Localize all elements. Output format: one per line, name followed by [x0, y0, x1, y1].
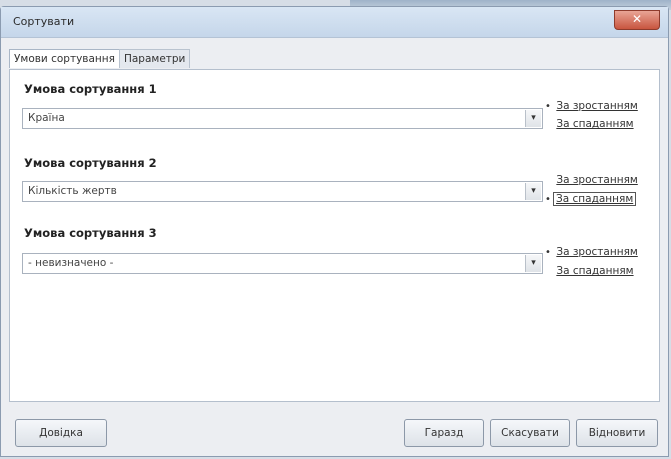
cancel-button[interactable]: Скасувати: [490, 419, 570, 447]
condition-3-ascending-label: За зростанням: [556, 246, 638, 258]
condition-3-value: - невизначено -: [28, 257, 114, 269]
condition-3-ascending-radio[interactable]: • За зростанням: [545, 246, 638, 258]
condition-1-descending-radio[interactable]: За спаданням: [545, 118, 634, 130]
ok-button[interactable]: Гаразд: [404, 419, 484, 447]
radio-selected-icon: •: [545, 101, 551, 112]
condition-1-ascending-label: За зростанням: [556, 100, 638, 112]
condition-2-descending-radio[interactable]: • За спаданням: [545, 192, 637, 206]
condition-3-title: Умова сортування 3: [24, 226, 157, 240]
condition-1-title: Умова сортування 1: [24, 82, 157, 96]
condition-1-descending-label: За спаданням: [556, 118, 634, 130]
help-button[interactable]: Довідка: [15, 419, 107, 447]
close-button[interactable]: ✕: [614, 10, 660, 30]
focus-outline: За спаданням: [553, 192, 637, 206]
close-icon: ✕: [631, 12, 643, 26]
condition-1-select[interactable]: Країна ▾: [22, 108, 543, 129]
radio-selected-icon: •: [545, 247, 551, 258]
chevron-down-icon[interactable]: ▾: [525, 183, 541, 200]
condition-3-descending-label: За спаданням: [556, 265, 634, 277]
condition-3-descending-radio[interactable]: За спаданням: [545, 265, 634, 277]
condition-1-ascending-radio[interactable]: • За зростанням: [545, 100, 638, 112]
condition-2-select[interactable]: Кількість жертв ▾: [22, 181, 543, 202]
radio-selected-icon: •: [545, 194, 551, 205]
condition-2-value: Кількість жертв: [28, 185, 117, 197]
condition-3-select[interactable]: - невизначено - ▾: [22, 253, 543, 274]
condition-2-title: Умова сортування 2: [24, 156, 157, 170]
chevron-down-icon[interactable]: ▾: [525, 110, 541, 127]
title-bar: Сортувати ✕: [1, 7, 668, 38]
condition-2-descending-label: За спаданням: [556, 193, 634, 205]
tab-sort-conditions[interactable]: Умови сортування: [9, 49, 120, 68]
condition-1-value: Країна: [28, 112, 65, 124]
reset-button[interactable]: Відновити: [576, 419, 658, 447]
condition-2-ascending-radio[interactable]: За зростанням: [545, 174, 638, 186]
dialog-title: Сортувати: [13, 15, 75, 28]
sort-conditions-panel: Умова сортування 1 Країна ▾ • За зростан…: [9, 69, 660, 402]
tab-bar: Умови сортування Параметри: [9, 49, 191, 69]
chevron-down-icon[interactable]: ▾: [525, 255, 541, 272]
condition-2-ascending-label: За зростанням: [556, 174, 638, 186]
sort-dialog: Сортувати ✕ Умови сортування Параметри Ум…: [0, 6, 669, 457]
tab-parameters[interactable]: Параметри: [118, 49, 191, 68]
